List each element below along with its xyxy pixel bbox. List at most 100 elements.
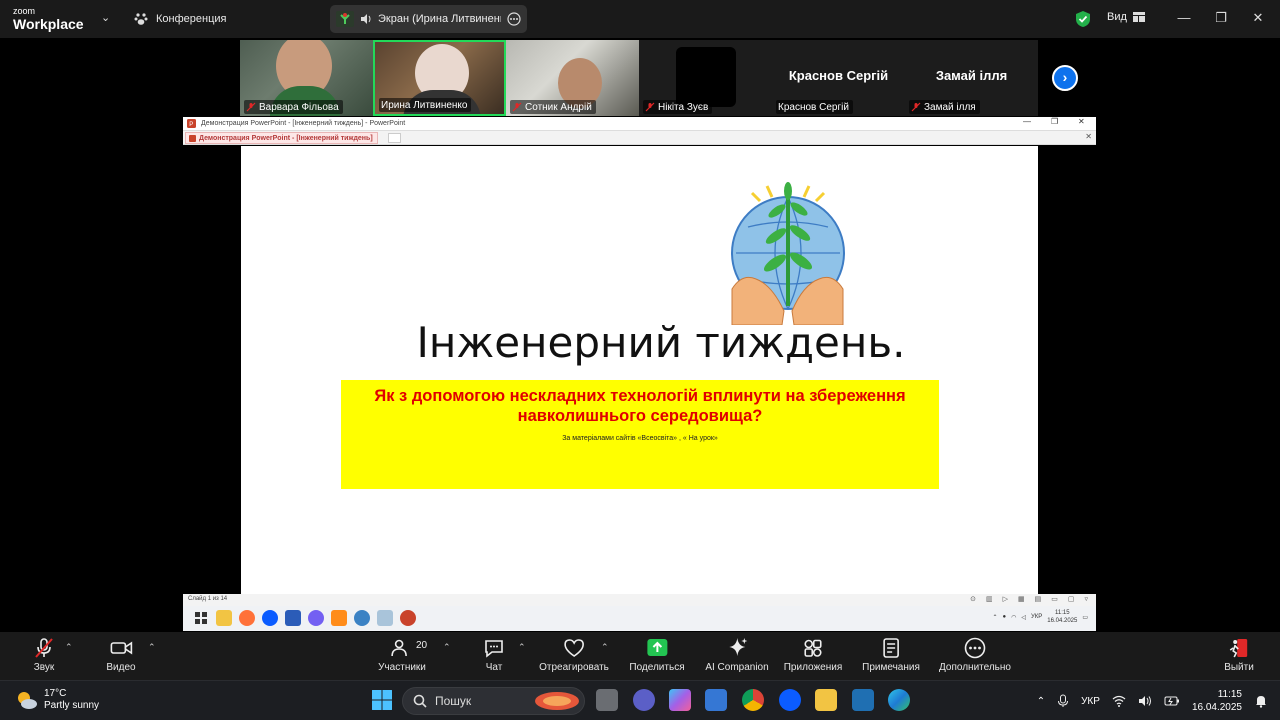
apps-button[interactable]: Приложения xyxy=(784,636,842,673)
meeting-label: Конференция xyxy=(156,13,227,25)
taskbar-search[interactable]: Пошук xyxy=(402,687,585,715)
video-options-caret[interactable]: ⌃ xyxy=(148,642,156,653)
participants-options-caret[interactable]: ⌃ xyxy=(443,642,451,653)
shared-time: 11:15 xyxy=(1055,610,1070,616)
speaker-icon xyxy=(361,14,371,24)
volume-icon[interactable] xyxy=(1138,695,1152,707)
grid-view-icon xyxy=(1132,12,1145,22)
taskbar-time: 11:15 xyxy=(1217,689,1242,700)
powerpoint-presentation-tab[interactable]: Демонстрация PowerPoint - [Інженерний ти… xyxy=(185,132,378,144)
chat-label: Чат xyxy=(485,662,503,673)
edge-icon[interactable] xyxy=(888,689,910,711)
dropdown-icon[interactable]: ▿ xyxy=(1084,595,1088,603)
reading-view-icon[interactable]: ▭ xyxy=(1051,595,1058,603)
react-button[interactable]: Отреагировать xyxy=(539,636,609,673)
react-options-caret[interactable]: ⌃ xyxy=(601,642,609,653)
file-explorer-icon[interactable] xyxy=(815,689,837,711)
participants-icon xyxy=(391,639,407,657)
participants-label: Участники xyxy=(378,662,426,673)
participant-tile-active-speaker[interactable]: Ирина Литвиненко xyxy=(373,40,506,116)
zoom-logo[interactable]: zoom Workplace xyxy=(13,6,84,32)
participant-tile[interactable]: Варвара Фільова xyxy=(240,40,373,116)
leave-button[interactable]: Выйти xyxy=(1224,636,1254,673)
ai-companion-label: AI Companion xyxy=(705,662,769,673)
participant-name: Ирина Литвиненко xyxy=(381,99,468,111)
slide-sorter-icon[interactable]: ▥ xyxy=(986,595,993,603)
close-button[interactable]: ✕ xyxy=(1247,8,1269,28)
share-button[interactable]: Поделиться xyxy=(629,636,685,673)
normal-view-icon[interactable]: ▤ xyxy=(1035,595,1042,603)
wifi-icon[interactable] xyxy=(1112,695,1126,707)
task-view-icon[interactable] xyxy=(596,689,618,711)
participant-tile[interactable]: Краснов Сергій Краснов Сергій xyxy=(772,40,905,116)
next-participants-button[interactable]: › xyxy=(1052,65,1078,91)
pen-icon[interactable]: ⊙ xyxy=(970,595,976,603)
tab-close-icon[interactable]: ✕ xyxy=(1085,132,1092,141)
minimize-button[interactable]: — xyxy=(1173,8,1195,28)
chat-options-caret[interactable]: ⌃ xyxy=(518,642,526,653)
video-label: Видео xyxy=(106,662,136,673)
participant-name: Варвара Фільова xyxy=(259,101,339,113)
encryption-shield-icon[interactable] xyxy=(1075,10,1091,28)
taskbar-date: 16.04.2025 xyxy=(1191,702,1242,713)
participant-tile[interactable]: Замай ілля Замай ілля xyxy=(905,40,1038,116)
defender-icon[interactable] xyxy=(852,689,874,711)
keyboard-language[interactable]: УКР xyxy=(1081,696,1100,707)
notes-icon xyxy=(883,638,899,658)
view-label: Вид xyxy=(1107,11,1127,23)
taskbar-clock[interactable]: 11:15 16.04.2025 xyxy=(1192,688,1242,714)
participant-name-tag: Замай ілля xyxy=(909,100,980,114)
battery-icon[interactable] xyxy=(1164,695,1180,707)
mic-icon[interactable] xyxy=(1057,694,1069,708)
more-button[interactable]: Дополнительно xyxy=(939,636,1011,673)
restore-button[interactable]: ❐ xyxy=(1210,8,1232,28)
screen-share-pill[interactable]: Экран (Ирина Литвиненко xyxy=(330,5,527,33)
teams-icon[interactable] xyxy=(633,689,655,711)
video-button[interactable]: Видео xyxy=(106,636,136,673)
pp-close-button[interactable]: ✕ xyxy=(1078,117,1085,126)
viber-icon xyxy=(308,610,324,626)
more-options-icon[interactable] xyxy=(507,12,521,26)
powerpoint-window-title: Демонстрация PowerPoint - [Інженерний ти… xyxy=(201,120,406,127)
weather-desc: Partly sunny xyxy=(44,700,100,711)
chevron-up-icon[interactable]: ⌃ xyxy=(1037,696,1045,707)
sparkle-icon xyxy=(729,638,747,656)
windows-start-icon[interactable] xyxy=(371,689,393,711)
chrome-icon[interactable] xyxy=(742,689,764,711)
apps-icon xyxy=(804,639,822,657)
logo-big-text: Workplace xyxy=(13,16,84,32)
chevron-down-icon[interactable]: ⌄ xyxy=(101,11,110,24)
sharer-avatar-icon xyxy=(336,11,354,27)
app-icon xyxy=(377,610,393,626)
participant-strip: Варвара Фільова Ирина Литвиненко Сотник … xyxy=(240,40,1040,116)
search-highlight-image xyxy=(535,692,579,710)
leave-icon xyxy=(1229,639,1247,658)
partly-sunny-icon xyxy=(18,692,37,709)
notes-button[interactable]: Примечания xyxy=(862,636,920,673)
pp-restore-button[interactable]: ❐ xyxy=(1051,117,1058,126)
zoom-taskbar-icon[interactable] xyxy=(779,689,801,711)
zoom-titlebar: zoom Workplace ⌄ Конференция Экран (Ирин… xyxy=(0,0,1280,38)
audio-options-caret[interactable]: ⌃ xyxy=(65,642,73,653)
meeting-info-button[interactable]: Конференция xyxy=(134,9,226,29)
new-tab-button[interactable] xyxy=(388,133,401,143)
play-icon[interactable]: ▷ xyxy=(1003,595,1008,603)
participant-tile[interactable]: Сотник Андрій xyxy=(506,40,639,116)
view-button[interactable]: Вид xyxy=(1107,11,1145,23)
participant-name: Сотник Андрій xyxy=(525,101,592,113)
store-icon[interactable] xyxy=(705,689,727,711)
react-label: Отреагировать xyxy=(539,662,609,673)
powerpoint-icon: P xyxy=(187,119,196,128)
logo-small-text: zoom xyxy=(13,6,36,16)
slideshow-view-icon[interactable]: ▢ xyxy=(1068,595,1075,603)
notification-bell-icon[interactable] xyxy=(1254,694,1268,708)
participant-tile[interactable]: Нікіта Зуєв xyxy=(639,40,772,116)
ai-companion-button[interactable]: AI Companion xyxy=(705,636,769,673)
copilot-icon[interactable] xyxy=(669,689,691,711)
chat-button[interactable]: Чат xyxy=(482,636,506,673)
weather-widget[interactable]: 17°C Partly sunny xyxy=(16,688,99,712)
firefox-icon xyxy=(239,610,255,626)
audio-button[interactable]: Звук xyxy=(32,636,56,673)
grid-icon[interactable]: ▦ xyxy=(1018,595,1025,603)
pp-minimize-button[interactable]: — xyxy=(1023,117,1031,126)
